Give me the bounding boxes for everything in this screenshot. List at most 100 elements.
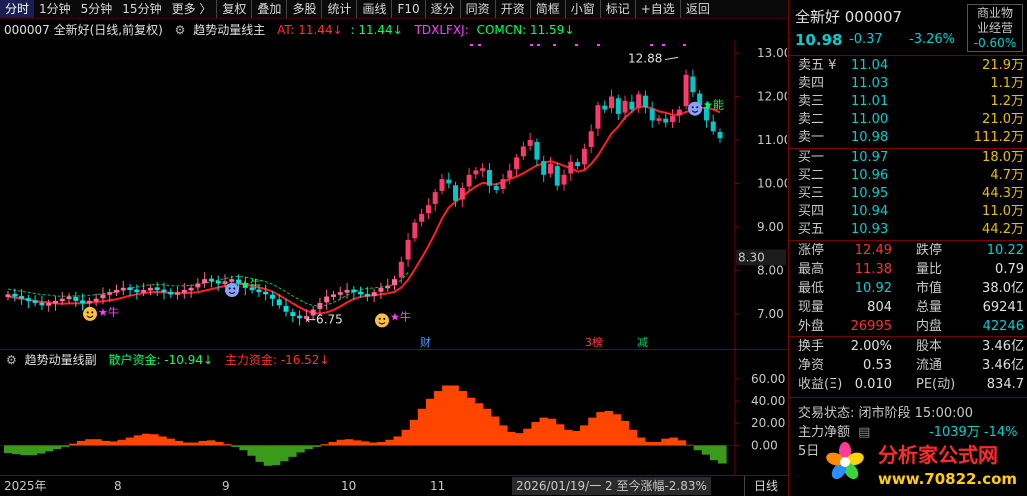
x-tick-label: 2025年 (4, 479, 47, 493)
gear-icon[interactable]: ⚙ (6, 353, 17, 367)
per-minute-button[interactable]: 逐分 (424, 0, 460, 18)
bid-row[interactable]: 买三 10.95 44.3万 (789, 185, 1027, 203)
fund-bar (141, 433, 151, 446)
candle-body (12, 293, 18, 297)
sub-y-tick-label: 40.00 (751, 394, 785, 408)
fund-bar (482, 408, 492, 446)
tab-1min[interactable]: 1分钟 (34, 0, 76, 18)
retail-fund-value: 散户资金: -10.94↓ (108, 353, 214, 367)
tdx-label: TDXLFXJ: (414, 23, 469, 37)
fund-bar (271, 445, 281, 466)
ask-row[interactable]: 卖三 11.01 1.2万 (789, 93, 1027, 111)
fund-bar (701, 445, 711, 455)
period-daily-button[interactable]: 日线 (744, 476, 787, 496)
fund-bar (344, 439, 354, 446)
stat-value: 10.22 (986, 243, 1024, 258)
stats-button[interactable]: 统计 (321, 0, 356, 18)
candle-body (663, 118, 669, 123)
candle-body (446, 179, 452, 184)
ask-row[interactable]: 卖五 ¥ 11.04 21.9万 (789, 57, 1027, 75)
tab-intraday[interactable]: 分时 (0, 0, 35, 18)
tab-15min[interactable]: 15分钟 (117, 0, 166, 18)
bid-row[interactable]: 买一 10.97 18.0万 (789, 149, 1027, 167)
comcn-value: COMCN: 11.59↓ (476, 23, 575, 37)
candle-body (5, 294, 11, 297)
simple-frame-button[interactable]: 简框 (529, 0, 565, 18)
draw-line-button[interactable]: 画线 (356, 0, 391, 18)
ask-row[interactable]: 卖二 11.00 21.0万 (789, 111, 1027, 129)
price-change: -0.37 (849, 32, 883, 47)
level-label: 买三 (798, 186, 825, 201)
stock-chart-title: 000007 全新好(日线,前复权) (4, 23, 163, 37)
fund-bar (401, 429, 411, 446)
small-window-button[interactable]: 小窗 (564, 0, 600, 18)
ask-row[interactable]: 卖四 11.03 1.1万 (789, 75, 1027, 93)
stat-label: 量比 (916, 262, 943, 277)
stat-value: 3.46亿 (982, 358, 1024, 373)
fund-bar (604, 410, 614, 446)
signal-dot (478, 44, 481, 46)
candle-body (337, 292, 343, 295)
adjust-button[interactable]: 复权 (216, 0, 251, 18)
fund-bar (693, 445, 703, 451)
candle-body (676, 109, 682, 116)
fund-bar (628, 429, 638, 446)
smiley-icon-eye (383, 317, 386, 320)
stat-row: 净资 0.53 流通 3.46亿 (789, 357, 1027, 375)
candle-body (717, 132, 723, 139)
candle-body (208, 278, 214, 282)
stat-value: 0.53 (863, 358, 892, 373)
y-tick-label: 9.00 (757, 220, 784, 234)
energy-marker: ★能 (703, 98, 724, 112)
multi-stock-button[interactable]: 多股 (286, 0, 321, 18)
candle-body (412, 222, 418, 239)
main-indicator-name[interactable]: 趋势动量线主 (193, 20, 265, 40)
fund-bar (247, 445, 257, 456)
fund-bar (320, 444, 330, 446)
tab-5min[interactable]: 5分钟 (76, 0, 118, 18)
stat-label: 跌停 (916, 243, 943, 258)
f10-button[interactable]: F10 (391, 0, 424, 18)
level-label: 卖五 ¥ (798, 58, 837, 73)
candle-body (581, 148, 587, 165)
fund-bar (434, 391, 443, 446)
level-volume: 21.0万 (982, 112, 1024, 127)
x-tick-label: 9 (222, 479, 230, 493)
same-asset-button[interactable]: 同资 (459, 0, 495, 18)
bid-row[interactable]: 买五 10.93 44.2万 (789, 221, 1027, 239)
fund-bar (125, 437, 135, 446)
gear-icon[interactable]: ⚙ (175, 20, 186, 40)
bid-row[interactable]: 买四 10.94 11.0万 (789, 203, 1027, 221)
candle-body (371, 292, 377, 297)
bid-row[interactable]: 买二 10.96 4.7万 (789, 167, 1027, 185)
smiley-icon-eye (86, 311, 89, 314)
fund-bar (352, 440, 362, 446)
low-annotation: ←6.75 (306, 312, 343, 326)
event-label: 减 (637, 336, 648, 349)
candle-body (520, 146, 526, 157)
smiley-icon-eye (228, 287, 231, 290)
fund-bar (620, 420, 630, 446)
tab-more[interactable]: 更多 〉 (167, 0, 217, 18)
candle-body (147, 287, 153, 291)
fund-bar (490, 416, 500, 446)
fund-bar (547, 418, 557, 446)
sub-indicator-name[interactable]: 趋势动量线副 (25, 353, 97, 367)
ask-row[interactable]: 卖一 10.98 111.2万 (789, 129, 1027, 147)
overlay-button[interactable]: 叠加 (251, 0, 286, 18)
back-button[interactable]: 返回 (679, 0, 715, 18)
fund-bar (409, 419, 419, 446)
candlestick-chart[interactable]: 7.00 8.00 9.00 10.00 11.00 12.00 13.00 8.30 12.8… (0, 20, 787, 350)
level-label: 卖一 (798, 130, 825, 145)
candle-body (175, 292, 181, 295)
sub-indicator-line: ⚙ 趋势动量线副 散户资金: -10.94↓ 主力资金: -16.52↓ (0, 351, 740, 369)
add-watchlist-button[interactable]: +自选 (634, 0, 680, 18)
smiley-icon-eye (696, 106, 699, 109)
industry-box[interactable]: 商业物业经营 -0.60% (967, 4, 1023, 52)
open-asset-button[interactable]: 开资 (494, 0, 530, 18)
smiley-icon (688, 101, 702, 116)
mark-button[interactable]: 标记 (599, 0, 635, 18)
fund-bar (466, 397, 476, 446)
sub-y-tick-label: 0.00 (751, 438, 778, 452)
candle-body (656, 118, 662, 121)
